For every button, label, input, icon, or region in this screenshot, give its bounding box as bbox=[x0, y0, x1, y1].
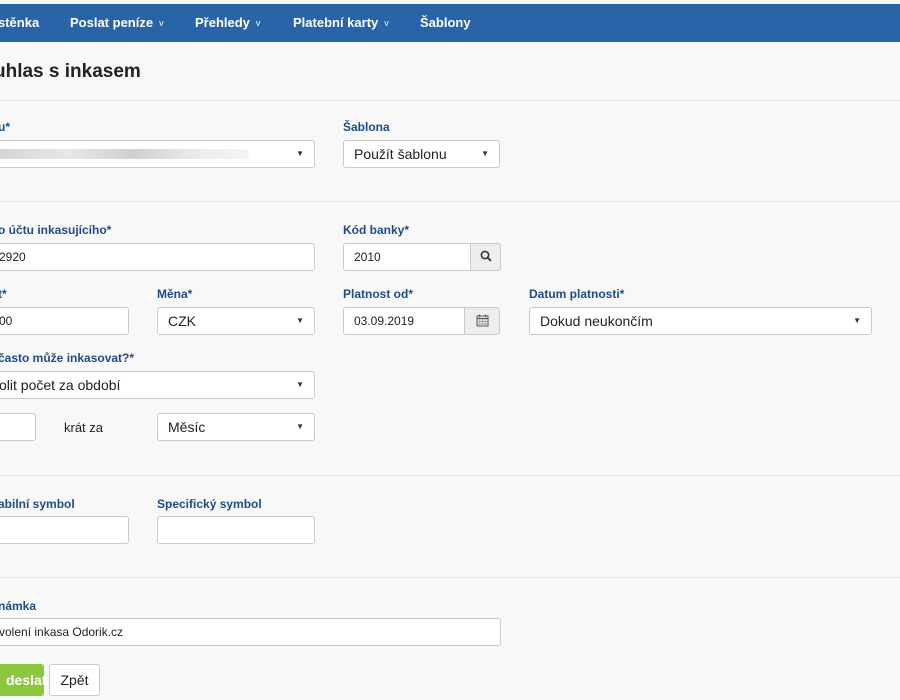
nav-item-label: stěnka bbox=[0, 15, 40, 30]
nav-item-templates[interactable]: Šablony bbox=[420, 4, 471, 42]
chevron-down-icon: ▼ bbox=[481, 149, 489, 158]
search-icon bbox=[480, 250, 492, 262]
nav-item-label: Přehledy bbox=[195, 15, 250, 30]
times-input[interactable] bbox=[0, 413, 36, 441]
amount-input[interactable]: 00 bbox=[0, 307, 129, 335]
creditor-account-label: o účtu inkasujícího* bbox=[0, 223, 112, 237]
currency-value: CZK bbox=[168, 313, 196, 329]
back-button[interactable]: Zpět bbox=[49, 664, 100, 696]
chevron-down-icon: ▼ bbox=[296, 422, 304, 431]
chevron-down-icon: v bbox=[384, 18, 389, 28]
specific-symbol-label: Specifický symbol bbox=[157, 497, 262, 511]
creditor-account-input[interactable]: 2920 bbox=[0, 243, 315, 271]
bank-code-label: Kód banky* bbox=[343, 223, 410, 237]
valid-until-label: Datum platnosti* bbox=[529, 287, 625, 301]
specific-symbol-input[interactable] bbox=[157, 516, 315, 544]
valid-from-input[interactable]: 03.09.2019 bbox=[343, 307, 465, 335]
template-select[interactable]: Použít šablonu ▼ bbox=[343, 140, 500, 168]
redacted-account-text bbox=[0, 149, 249, 159]
bank-lookup-button[interactable] bbox=[470, 243, 501, 271]
frequency-value: olit počet za období bbox=[0, 377, 121, 393]
chevron-down-icon: v bbox=[255, 18, 261, 28]
divider bbox=[0, 100, 900, 101]
valid-until-select[interactable]: Dokud neukončím ▼ bbox=[529, 307, 872, 335]
chevron-down-icon: v bbox=[159, 18, 164, 28]
template-value: Použít šablonu bbox=[354, 146, 447, 162]
account-label: u* bbox=[0, 120, 10, 134]
currency-label: Měna* bbox=[157, 287, 193, 301]
main-navbar: stěnka Poslat peníze v Přehledy v Platební… bbox=[0, 4, 900, 42]
currency-select[interactable]: CZK ▼ bbox=[157, 307, 315, 335]
chevron-down-icon: ▼ bbox=[296, 316, 304, 325]
constant-symbol-input[interactable] bbox=[0, 516, 129, 544]
note-value: volení inkasa Odorik.cz bbox=[0, 625, 124, 639]
bank-code-value: 2010 bbox=[354, 250, 381, 264]
nav-item-label: Poslat peníze bbox=[70, 15, 154, 30]
account-select[interactable]: ▼ bbox=[0, 140, 315, 168]
frequency-label: často může inkasovat?* bbox=[0, 351, 135, 365]
period-value: Měsíc bbox=[168, 419, 206, 435]
calendar-icon bbox=[476, 314, 488, 327]
page-title: uhlas s inkasem bbox=[0, 61, 141, 82]
valid-until-value: Dokud neukončím bbox=[540, 313, 653, 329]
chevron-down-icon: ▼ bbox=[853, 316, 861, 325]
submit-button[interactable]: deslat bbox=[0, 664, 46, 696]
period-select[interactable]: Měsíc ▼ bbox=[157, 413, 315, 441]
valid-from-label: Platnost od* bbox=[343, 287, 414, 301]
constant-symbol-label: abilní symbol bbox=[0, 497, 75, 511]
divider bbox=[0, 201, 900, 202]
chevron-down-icon: ▼ bbox=[296, 380, 304, 389]
note-input[interactable]: volení inkasa Odorik.cz bbox=[0, 618, 501, 646]
nav-item-cards[interactable]: Platební karty v bbox=[293, 4, 389, 42]
amount-label: t* bbox=[0, 287, 7, 301]
divider bbox=[0, 577, 900, 578]
times-per-label: krát za bbox=[64, 420, 104, 435]
nav-item-send-money[interactable]: Poslat peníze v bbox=[70, 4, 164, 42]
valid-from-value: 03.09.2019 bbox=[354, 314, 415, 328]
creditor-account-value: 2920 bbox=[0, 250, 26, 264]
date-picker-button[interactable] bbox=[464, 307, 500, 335]
bank-code-input[interactable]: 2010 bbox=[343, 243, 471, 271]
chevron-down-icon: ▼ bbox=[296, 149, 304, 158]
nav-item-overviews[interactable]: Přehledy v bbox=[195, 4, 260, 42]
nav-item-label: Šablony bbox=[420, 15, 471, 30]
template-label: Šablona bbox=[343, 120, 390, 134]
nav-item-dashboard[interactable]: stěnka bbox=[0, 4, 39, 42]
frequency-select[interactable]: olit počet za období ▼ bbox=[0, 371, 315, 399]
nav-item-label: Platební karty bbox=[293, 15, 379, 30]
note-label: námka bbox=[0, 599, 37, 613]
divider bbox=[0, 475, 900, 476]
amount-value: 00 bbox=[0, 314, 13, 328]
